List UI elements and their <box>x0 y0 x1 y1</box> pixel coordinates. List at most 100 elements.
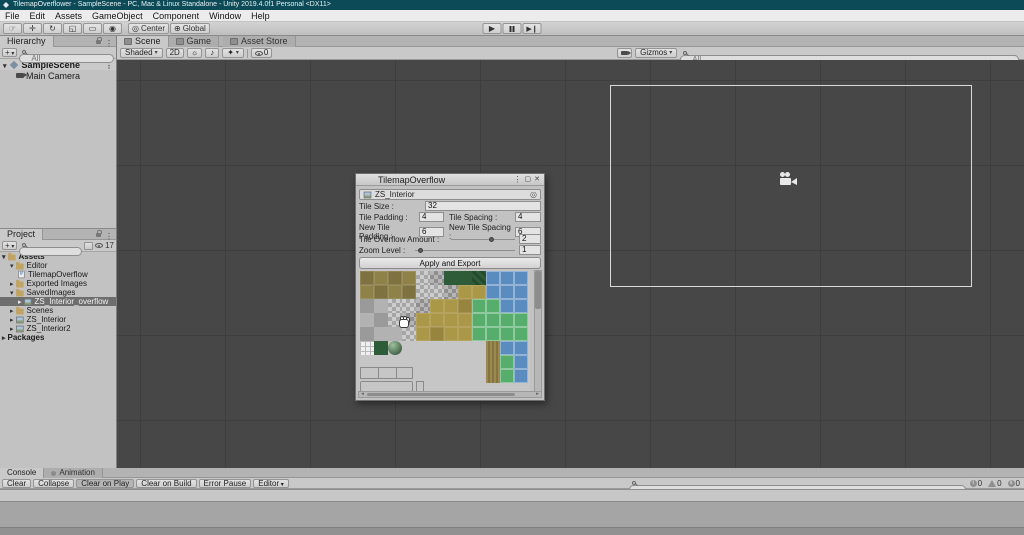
hierarchy-row-main-camera[interactable]: Main Camera <box>0 70 116 81</box>
palette-tile[interactable] <box>402 299 416 313</box>
palette-tile[interactable] <box>374 313 388 327</box>
palette-tile[interactable] <box>416 313 430 327</box>
palette-tile[interactable] <box>500 341 514 355</box>
camera-gizmo[interactable] <box>780 172 797 185</box>
slider-knob[interactable] <box>489 237 495 242</box>
texture-object-field[interactable]: ZS_Interior <box>359 189 541 200</box>
menu-gameobject[interactable]: GameObject <box>87 10 148 21</box>
palette-tile[interactable] <box>444 327 458 341</box>
expand-arrow-icon[interactable] <box>10 324 14 333</box>
apply-and-export-button[interactable]: Apply and Export <box>359 257 541 269</box>
palette-tile[interactable] <box>444 299 458 313</box>
scene-visibility-toggle[interactable]: 0 <box>250 48 273 58</box>
collapse-button[interactable]: Collapse <box>33 478 75 488</box>
menu-assets[interactable]: Assets <box>50 10 87 21</box>
palette-tile[interactable] <box>514 271 528 285</box>
space-toggle-button[interactable]: ⊕ Global <box>170 23 210 34</box>
palette-tile[interactable] <box>472 271 486 285</box>
palette-tile[interactable] <box>500 327 514 341</box>
palette-tile[interactable] <box>444 285 458 299</box>
palette-tile[interactable] <box>360 341 374 355</box>
project-row-zs-interior2[interactable]: ZS_Interior2 <box>0 324 116 333</box>
search-by-type-icon[interactable] <box>84 241 94 250</box>
palette-tile[interactable] <box>430 285 444 299</box>
palette-tile[interactable] <box>360 271 374 285</box>
info-count[interactable]: 0 <box>969 479 982 488</box>
tile-spacing-field[interactable]: 4 <box>515 212 541 222</box>
lock-icon[interactable] <box>96 36 102 44</box>
palette-tile[interactable] <box>486 271 500 285</box>
palette-tile[interactable] <box>500 271 514 285</box>
expand-arrow-icon[interactable] <box>2 252 6 261</box>
palette-tile[interactable] <box>360 299 374 313</box>
window-menu-icon[interactable] <box>514 175 522 185</box>
pause-button[interactable] <box>502 23 522 34</box>
palette-tile[interactable] <box>430 299 444 313</box>
project-row-savedimages[interactable]: SavedImages <box>0 288 116 297</box>
hierarchy-search-input[interactable] <box>19 54 114 63</box>
tilemap-overflow-window[interactable]: TilemapOverflow ZS_Interior Tile Size : … <box>355 173 545 401</box>
palette-tile[interactable] <box>500 313 514 327</box>
tilemap-window-titlebar[interactable]: TilemapOverflow <box>356 174 544 186</box>
scroll-left-arrow-icon[interactable] <box>359 392 366 397</box>
palette-tile[interactable] <box>416 285 430 299</box>
palette-tile[interactable] <box>514 369 528 383</box>
scroll-right-arrow-icon[interactable] <box>534 392 541 397</box>
project-row-exported-images[interactable]: Exported Images <box>0 279 116 288</box>
palette-vertical-scrollbar[interactable] <box>534 270 542 393</box>
menu-help[interactable]: Help <box>246 10 275 21</box>
tab-animation[interactable]: Animation <box>44 468 103 478</box>
palette-tile[interactable] <box>486 313 500 327</box>
tile-palette-preview[interactable] <box>359 270 530 393</box>
palette-tile[interactable] <box>374 299 388 313</box>
palette-tile[interactable] <box>430 271 444 285</box>
rect-tool-button[interactable]: ▭ <box>83 23 102 34</box>
scene-camera-settings-button[interactable] <box>617 48 633 58</box>
project-row-packages[interactable]: Packages <box>0 333 116 342</box>
expand-arrow-icon[interactable] <box>18 297 22 306</box>
palette-tile[interactable] <box>472 313 486 327</box>
menu-edit[interactable]: Edit <box>25 10 51 21</box>
palette-tile[interactable] <box>360 313 374 327</box>
play-button[interactable]: ▶ <box>482 23 502 34</box>
palette-tile[interactable] <box>486 327 500 341</box>
hand-tool-button[interactable]: ☞ <box>3 23 22 34</box>
error-count[interactable]: 0 <box>1007 479 1020 488</box>
expand-arrow-icon[interactable] <box>2 333 6 342</box>
palette-tile[interactable] <box>486 355 500 369</box>
menu-component[interactable]: Component <box>148 10 205 21</box>
object-picker-icon[interactable] <box>530 190 537 199</box>
palette-tile[interactable] <box>500 369 514 383</box>
palette-tile[interactable] <box>458 313 472 327</box>
palette-tile[interactable] <box>360 285 374 299</box>
gizmos-dropdown[interactable]: Gizmos <box>635 48 678 58</box>
scene-search[interactable] <box>680 49 1019 64</box>
palette-tile[interactable] <box>430 327 444 341</box>
tile-overflow-slider[interactable] <box>451 234 515 244</box>
palette-tile[interactable] <box>416 299 430 313</box>
palette-tile[interactable] <box>388 327 402 341</box>
palette-tile[interactable] <box>486 285 500 299</box>
palette-tile[interactable] <box>374 285 388 299</box>
project-row-scenes[interactable]: Scenes <box>0 306 116 315</box>
tab-scene[interactable]: Scene <box>117 36 169 47</box>
tab-hierarchy[interactable]: Hierarchy <box>0 36 54 47</box>
palette-tile[interactable] <box>402 327 416 341</box>
project-create-button[interactable]: + <box>2 241 18 250</box>
palette-tile[interactable] <box>388 271 402 285</box>
palette-tile[interactable] <box>444 271 458 285</box>
tab-console[interactable]: Console <box>0 468 45 478</box>
expand-arrow-icon[interactable] <box>3 60 7 70</box>
project-row-zs-interior-overflow[interactable]: ZS_Interior_overflow <box>0 297 116 306</box>
palette-tile[interactable] <box>430 313 444 327</box>
palette-tile[interactable] <box>416 327 430 341</box>
warning-count[interactable]: 0 <box>988 479 1002 488</box>
project-search-input[interactable] <box>19 247 83 256</box>
zoom-level-slider[interactable] <box>415 245 515 255</box>
palette-tile[interactable] <box>458 285 472 299</box>
scrollbar-thumb[interactable] <box>535 271 541 309</box>
palette-tile[interactable] <box>416 271 430 285</box>
palette-tile[interactable] <box>486 299 500 313</box>
tab-project[interactable]: Project <box>0 229 44 240</box>
shading-mode-dropdown[interactable]: Shaded <box>120 48 163 58</box>
